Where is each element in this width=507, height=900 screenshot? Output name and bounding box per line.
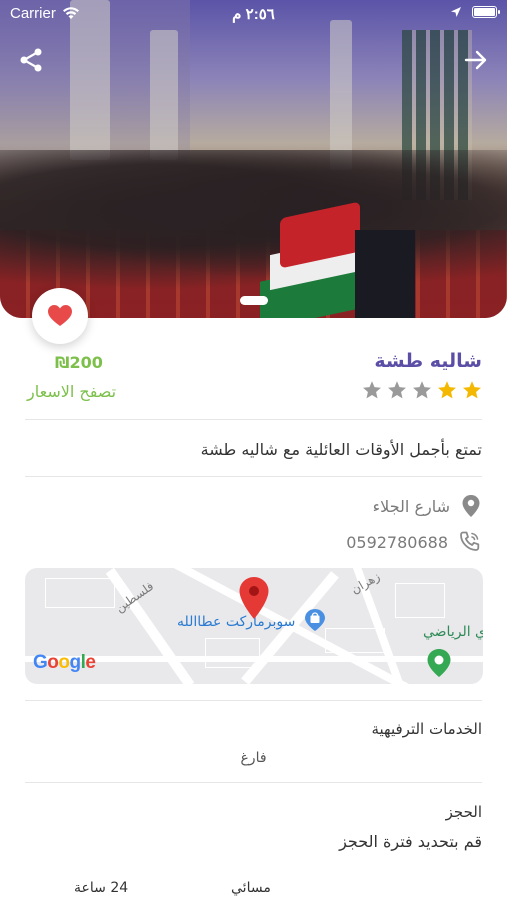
back-button[interactable] <box>461 45 491 75</box>
favorite-button[interactable] <box>32 288 88 344</box>
listing-title: شاليه طشة <box>374 350 482 372</box>
star-empty-icon <box>363 381 381 399</box>
booking-subtitle: قم بتحديد فترة الحجز <box>339 832 482 851</box>
location-map[interactable]: فلسطين زهران سوبرماركت عطاالله ي الرياضي… <box>25 568 483 684</box>
status-bar: Carrier ٢:٥٦ م <box>0 0 507 28</box>
map-block <box>45 578 115 608</box>
clock: ٢:٥٦ م <box>232 6 275 23</box>
map-block <box>395 583 445 618</box>
hero-pillar <box>330 20 352 170</box>
booking-title: الحجز <box>445 803 482 821</box>
arrow-right-icon <box>464 50 487 70</box>
hero-image <box>0 0 507 318</box>
battery-icon <box>472 6 500 18</box>
star-filled-icon <box>463 381 481 399</box>
image-pager-indicator[interactable] <box>240 296 268 305</box>
amenities-title: الخدمات الترفيهية <box>371 720 482 738</box>
map-place-label: ي الرياضي <box>423 624 483 640</box>
divider <box>25 700 482 701</box>
heart-icon <box>48 305 72 326</box>
star-empty-icon <box>388 381 406 399</box>
status-right <box>450 6 500 18</box>
share-button[interactable] <box>16 45 46 75</box>
phone-row[interactable]: 0592780688 <box>346 530 482 554</box>
price-label: ₪200 <box>55 353 103 372</box>
google-logo: Google <box>33 652 96 673</box>
booking-option-24h[interactable]: 24 ساعة <box>74 880 128 896</box>
share-icon <box>20 48 42 72</box>
hero-pillar <box>150 30 178 160</box>
divider <box>25 782 482 783</box>
amenities-value: فارغ <box>240 750 267 766</box>
star-filled-icon <box>438 381 456 399</box>
address-text: شارع الجلاء <box>372 496 450 516</box>
address-row: شارع الجلاء <box>373 494 482 518</box>
location-pin-icon <box>462 495 480 517</box>
phone-number: 0592780688 <box>346 532 448 552</box>
booking-option-evening[interactable]: مسائي <box>231 880 271 896</box>
map-block <box>205 638 260 668</box>
rating-stars <box>362 380 482 400</box>
map-place-pin-icon <box>427 649 451 677</box>
divider <box>25 476 482 477</box>
divider <box>25 419 482 420</box>
listing-description: تمتع بأجمل الأوقات العائلية مع شاليه طشة <box>200 440 482 459</box>
shopping-bag-icon <box>305 609 325 631</box>
location-arrow-icon <box>451 7 461 17</box>
map-block <box>325 628 385 653</box>
map-poi-label: سوبرماركت عطاالله <box>177 614 296 630</box>
star-empty-icon <box>413 381 431 399</box>
phone-call-icon <box>460 531 480 551</box>
map-marker-icon <box>239 577 269 619</box>
hero-crowd <box>0 150 507 290</box>
browse-prices-link[interactable]: تصفح الاسعار <box>27 382 116 401</box>
hero-flag <box>260 200 415 318</box>
